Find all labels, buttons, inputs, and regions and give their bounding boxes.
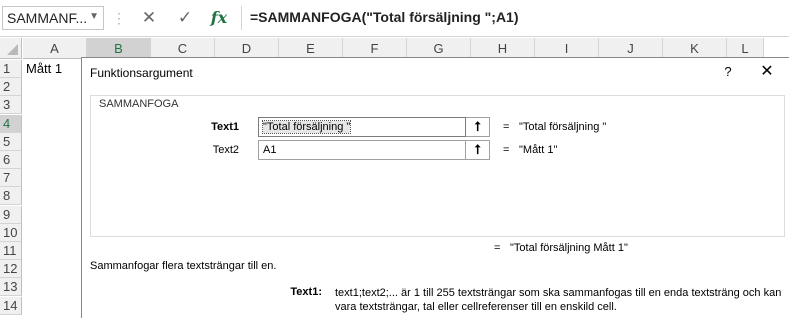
arg-equals: = <box>503 144 510 156</box>
row-header[interactable]: 6 <box>0 151 22 169</box>
column-header[interactable]: K <box>663 38 727 59</box>
result-equals: = <box>494 242 501 254</box>
column-header[interactable]: I <box>535 38 599 59</box>
arg-result-text2: "Mått 1" <box>519 144 558 156</box>
help-icon[interactable]: ? <box>718 62 738 82</box>
enter-icon[interactable]: ✓ <box>171 5 199 31</box>
arg-input-text2-value: A1 <box>263 144 277 156</box>
column-header[interactable]: D <box>215 38 279 59</box>
excel-window: SAMMANF... ▼ ⋮ ✕ ✓ fx =SAMMANFOGA("Total… <box>0 0 789 318</box>
row-header[interactable]: 13 <box>0 278 22 297</box>
select-all-icon <box>7 44 18 55</box>
column-header[interactable]: C <box>151 38 215 59</box>
function-arguments-dialog: Funktionsargument ? ✕ SAMMANFOGA Text1 "… <box>81 57 789 318</box>
row-header[interactable]: 14 <box>0 296 22 315</box>
grip-icon: ⋮ <box>112 10 126 26</box>
column-header[interactable]: B <box>87 38 151 59</box>
param-name: Text1: <box>290 286 322 298</box>
collapse-dialog-icon[interactable]: ⭡ <box>466 117 490 137</box>
cancel-icon[interactable]: ✕ <box>135 5 163 31</box>
row-header[interactable]: 7 <box>0 169 22 188</box>
column-header[interactable]: G <box>407 38 471 59</box>
column-header[interactable]: A <box>23 38 87 59</box>
column-header[interactable]: L <box>727 38 764 59</box>
close-icon[interactable]: ✕ <box>756 61 778 83</box>
row-header[interactable]: 9 <box>0 205 22 224</box>
arg-equals: = <box>503 121 510 133</box>
arguments-group: SAMMANFOGA Text1 "Total försäljning " ⭡ … <box>90 95 785 237</box>
column-header[interactable]: F <box>343 38 407 59</box>
formula-bar: SAMMANF... ▼ ⋮ ✕ ✓ fx =SAMMANFOGA("Total… <box>0 0 789 37</box>
select-all-corner[interactable] <box>0 38 22 59</box>
row-header[interactable]: 2 <box>0 78 22 97</box>
row-header[interactable]: 11 <box>0 242 22 260</box>
cell-a1[interactable]: Mått 1 <box>23 60 85 78</box>
insert-function-icon[interactable]: fx <box>205 5 233 31</box>
row-header[interactable]: 10 <box>0 223 22 242</box>
arg-input-text1[interactable]: "Total försäljning " <box>258 117 466 137</box>
dialog-title: Funktionsargument <box>90 66 193 80</box>
row-header[interactable]: 12 <box>0 260 22 279</box>
row-header[interactable]: 5 <box>0 132 22 151</box>
row-header[interactable]: 8 <box>0 187 22 206</box>
column-header[interactable]: E <box>279 38 343 59</box>
collapse-dialog-icon[interactable]: ⭡ <box>466 140 490 160</box>
chevron-down-icon[interactable]: ▼ <box>89 11 99 22</box>
row-header[interactable]: 3 <box>0 96 22 115</box>
arg-input-text1-value: "Total försäljning " <box>261 120 352 134</box>
column-header[interactable]: H <box>471 38 535 59</box>
row-header[interactable]: 4 <box>0 114 22 133</box>
arg-label-text1: Text1 <box>211 121 239 133</box>
formula-result: "Total försäljning Mått 1" <box>510 242 628 254</box>
param-description: text1;text2;... är 1 till 255 textsträng… <box>335 287 782 313</box>
formula-input[interactable]: =SAMMANFOGA("Total försäljning ";A1) <box>241 6 789 30</box>
row-header[interactable]: 1 <box>0 60 22 78</box>
name-box-value: SAMMANF... <box>7 10 88 26</box>
arg-label-text2: Text2 <box>212 144 239 156</box>
function-description: Sammanfogar flera textsträngar till en. <box>90 260 277 272</box>
arg-input-text2[interactable]: A1 <box>258 140 466 160</box>
function-name: SAMMANFOGA <box>97 98 181 110</box>
column-header[interactable]: J <box>599 38 663 59</box>
arg-result-text1: "Total försäljning " <box>519 121 607 133</box>
name-box[interactable]: SAMMANF... ▼ <box>2 6 104 30</box>
